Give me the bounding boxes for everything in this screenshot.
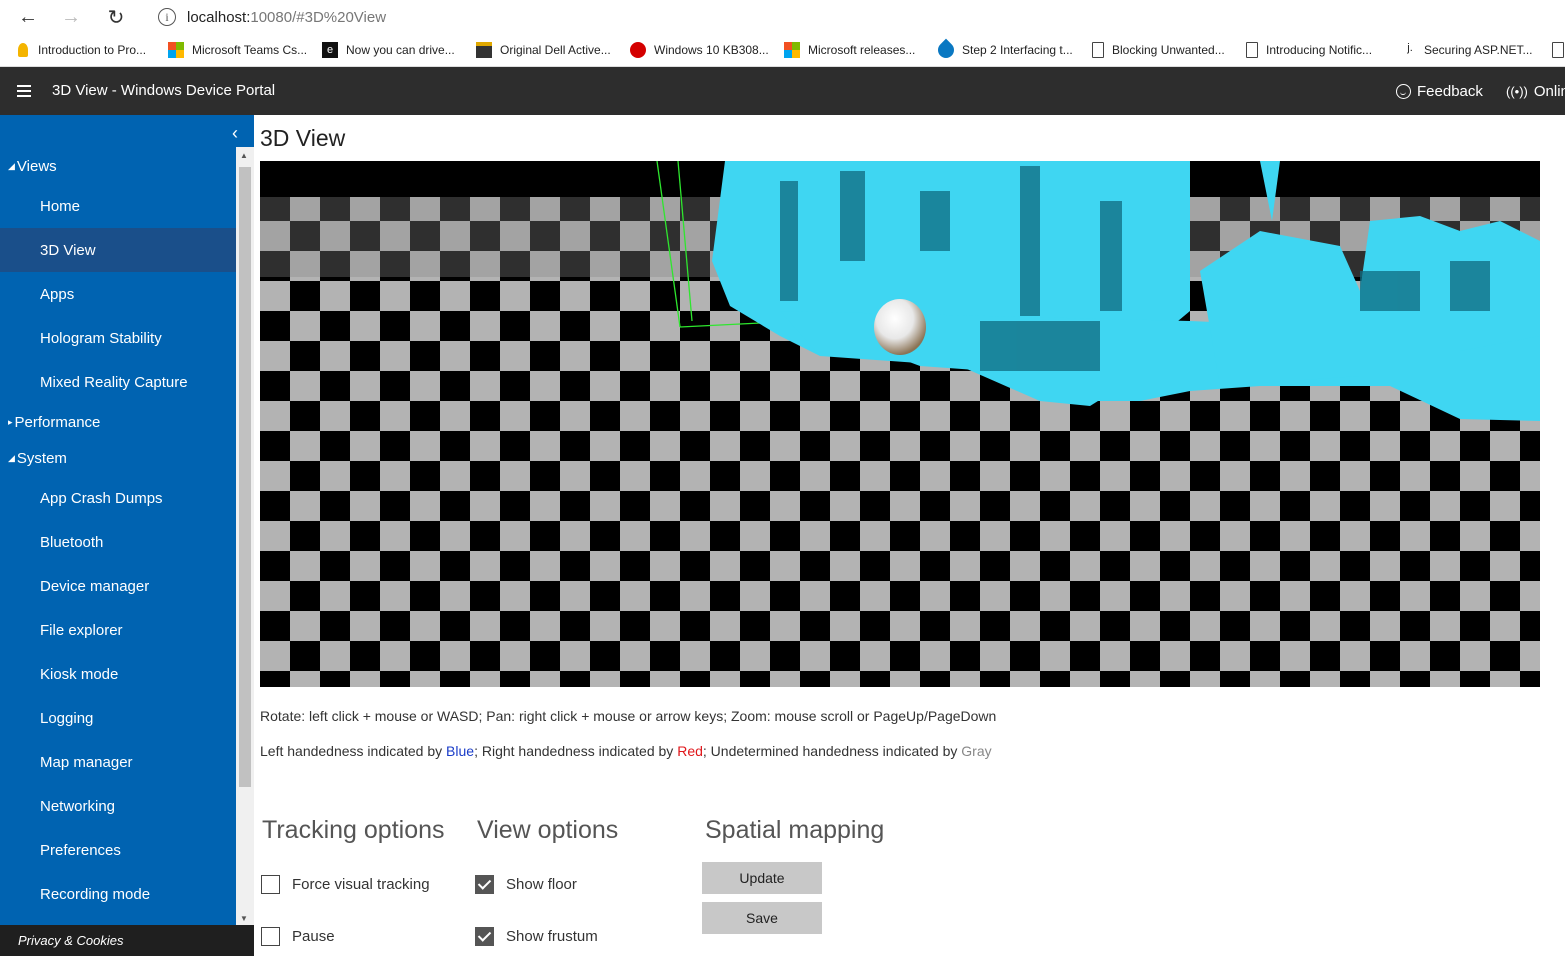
pause-checkbox[interactable] (261, 927, 280, 946)
sidebar-item-home[interactable]: Home (0, 184, 236, 228)
sidebar-item-mixed-reality-capture[interactable]: Mixed Reality Capture (0, 360, 236, 404)
sidebar-item-apps[interactable]: Apps (0, 272, 236, 316)
triangle-down-icon: ◢ (8, 453, 15, 463)
bookmarks-bar: Introduction to Pro... Microsoft Teams C… (0, 34, 1565, 67)
show-floor-checkbox[interactable] (475, 875, 494, 894)
sidebar-item-recording-mode[interactable]: Recording mode (0, 872, 236, 916)
page-title: 3D View (260, 125, 346, 151)
bookmark-item[interactable]: j. Securing ASP.NET... (1404, 41, 1532, 59)
bookmark-item[interactable]: Microsoft releases... (784, 41, 915, 59)
spatial-mapping-title: Spatial mapping (705, 816, 885, 844)
info-icon[interactable]: i (158, 8, 176, 26)
red-circle-icon (630, 42, 646, 58)
sidebar-item-bluetooth[interactable]: Bluetooth (0, 520, 236, 564)
handedness-help-text: Left handedness indicated by Blue; Right… (260, 743, 992, 759)
signal-icon: ((•)) (1506, 84, 1528, 99)
scroll-down-icon[interactable]: ▼ (240, 914, 248, 923)
force-visual-tracking-checkbox[interactable] (261, 875, 280, 894)
force-visual-tracking-label: Force visual tracking (292, 876, 430, 893)
online-status[interactable]: ((•))Online (1506, 83, 1565, 100)
triangle-down-icon: ◢ (8, 161, 15, 171)
refresh-icon[interactable]: ↻ (103, 4, 129, 30)
bookmark-yellow-icon (18, 43, 28, 57)
shop-icon (476, 42, 492, 58)
pause-label: Pause (292, 928, 335, 945)
smiley-icon (1396, 84, 1411, 99)
drop-icon (934, 38, 958, 62)
j-icon: j. (1407, 42, 1413, 54)
page-icon (1092, 42, 1104, 58)
3d-scene[interactable] (260, 161, 1540, 687)
sidebar-item-map-manager[interactable]: Map manager (0, 740, 236, 784)
show-frustum-label: Show frustum (506, 928, 598, 945)
sidebar-item-networking[interactable]: Networking (0, 784, 236, 828)
microsoft-logo-icon (168, 42, 184, 58)
head-position-sphere (874, 299, 926, 355)
sidebar-nav: ‹ ◢ Views Home 3D View Apps Hologram Stab… (0, 115, 254, 925)
save-button[interactable]: Save (702, 902, 822, 934)
view-options-title: View options (477, 816, 619, 844)
bookmark-item[interactable]: Original Dell Active... (476, 41, 611, 59)
sidebar-item-file-explorer[interactable]: File explorer (0, 608, 236, 652)
app-title: 3D View - Windows Device Portal (52, 82, 276, 99)
bookmark-item[interactable]: Microsoft Teams Cs... (168, 41, 307, 59)
sidebar-scrollbar[interactable]: ▲ ▼ (236, 147, 254, 925)
bookmark-overflow[interactable] (1552, 41, 1565, 59)
page-icon (1246, 42, 1258, 58)
nav-group-system[interactable]: ◢ System (8, 450, 67, 467)
sidebar-item-kiosk-mode[interactable]: Kiosk mode (0, 652, 236, 696)
page-icon (1552, 42, 1564, 58)
microsoft-logo-icon (784, 42, 800, 58)
update-button[interactable]: Update (702, 862, 822, 894)
tracking-options-title: Tracking options (262, 816, 445, 844)
sidebar-item-hologram-stability[interactable]: Hologram Stability (0, 316, 236, 360)
privacy-cookies-link[interactable]: Privacy & Cookies (0, 925, 254, 956)
bookmark-item[interactable]: e Now you can drive... (322, 41, 455, 59)
controls-help-text: Rotate: left click + mouse or WASD; Pan:… (260, 708, 997, 724)
scroll-up-icon[interactable]: ▲ (240, 151, 248, 160)
sidebar-item-preferences[interactable]: Preferences (0, 828, 236, 872)
nav-group-performance[interactable]: ▸ Performance (8, 414, 100, 431)
bookmark-item[interactable]: Introduction to Pro... (18, 41, 146, 59)
app-header: 3D View - Windows Device Portal Feedback… (0, 67, 1565, 115)
3d-viewport-canvas[interactable] (260, 161, 1540, 687)
engadget-icon: e (322, 42, 338, 58)
sidebar-item-app-crash-dumps[interactable]: App Crash Dumps (0, 476, 236, 520)
forward-arrow-icon[interactable]: → (58, 4, 84, 30)
sidebar-item-device-manager[interactable]: Device manager (0, 564, 236, 608)
show-floor-label: Show floor (506, 876, 577, 893)
sidebar-item-3d-view[interactable]: 3D View (0, 228, 236, 272)
collapse-chevron-icon[interactable]: ‹ (232, 123, 238, 144)
bookmark-item[interactable]: Step 2 Interfacing t... (934, 38, 1073, 62)
nav-group-views[interactable]: ◢ Views (8, 158, 57, 175)
back-arrow-icon[interactable]: ← (15, 4, 41, 30)
browser-toolbar: ← → ↻ i localhost:10080/#3D%20View (0, 0, 1565, 34)
show-frustum-checkbox[interactable] (475, 927, 494, 946)
url-text[interactable]: localhost:10080/#3D%20View (187, 9, 386, 26)
feedback-button[interactable]: Feedback (1396, 83, 1483, 100)
triangle-right-icon: ▸ (8, 417, 13, 427)
hamburger-menu-icon[interactable] (17, 85, 31, 100)
bookmark-item[interactable]: Blocking Unwanted... (1092, 41, 1225, 59)
sidebar-item-logging[interactable]: Logging (0, 696, 236, 740)
bookmark-item[interactable]: Introducing Notific... (1246, 41, 1372, 59)
scrollbar-thumb[interactable] (239, 167, 251, 787)
bookmark-item[interactable]: Windows 10 KB308... (630, 41, 769, 59)
address-bar[interactable]: i localhost:10080/#3D%20View (146, 2, 1565, 32)
